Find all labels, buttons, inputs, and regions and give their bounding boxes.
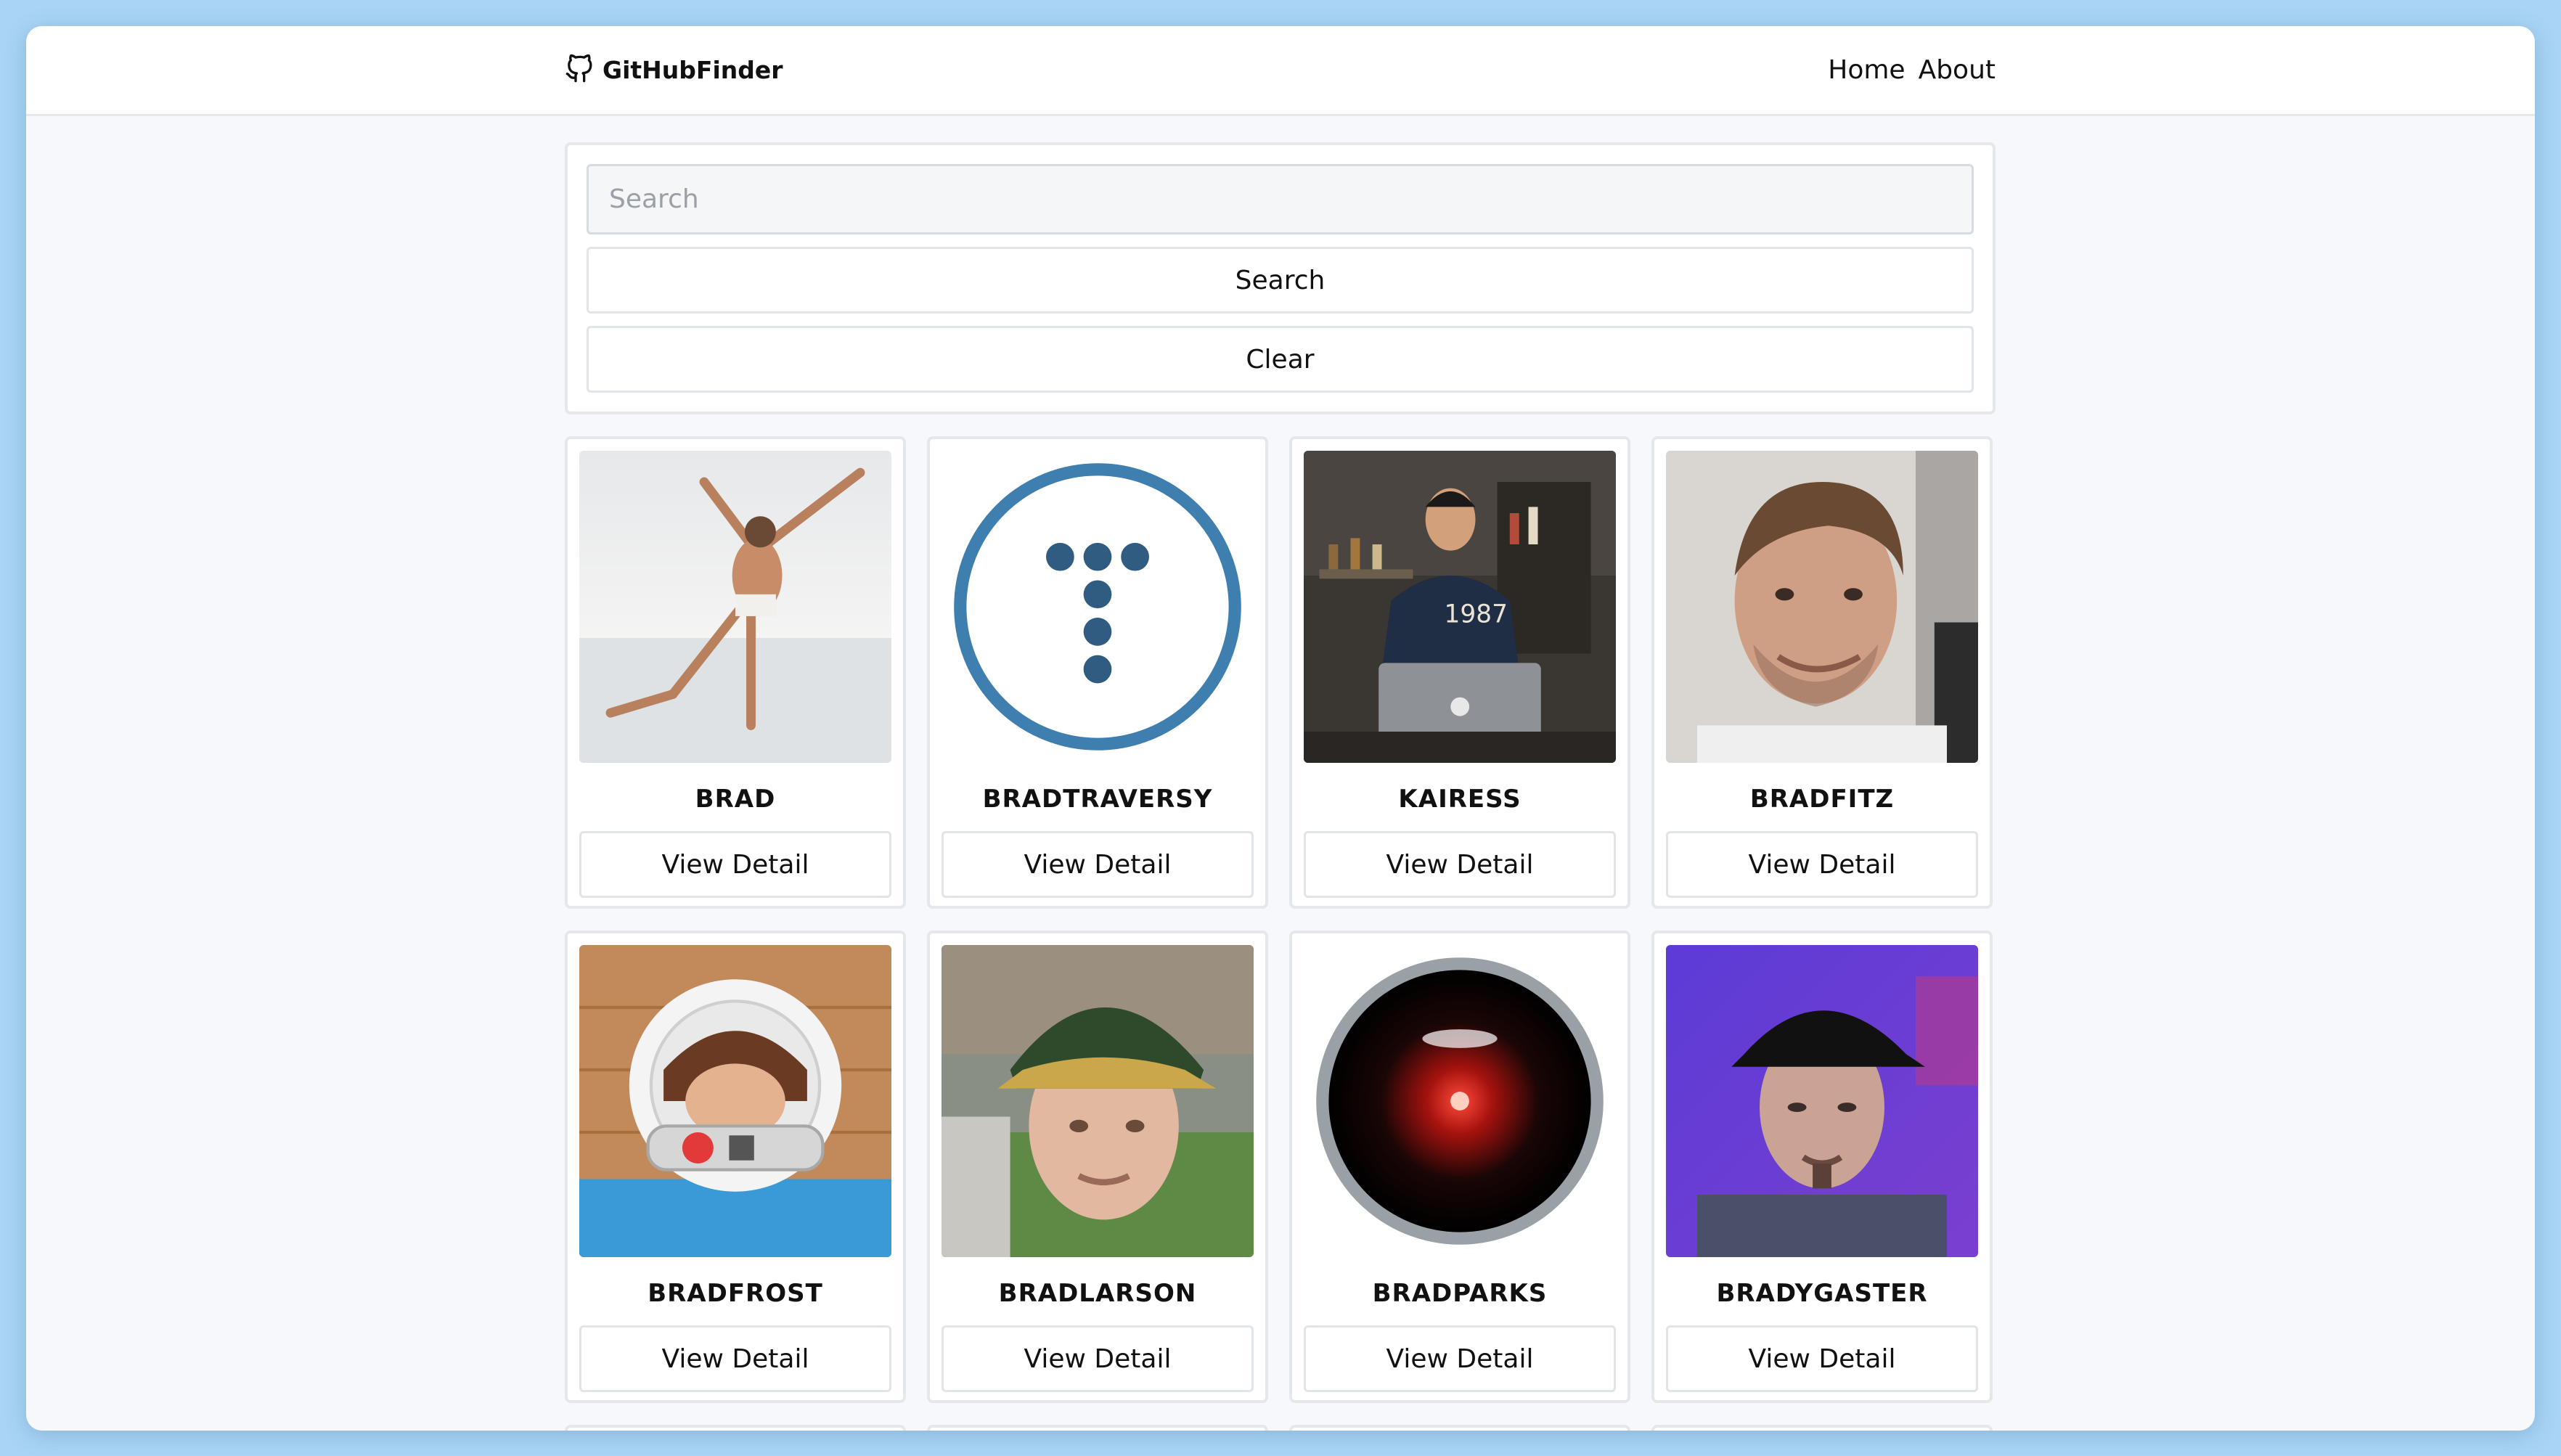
view-detail-button[interactable]: View Detail (942, 831, 1254, 898)
navbar: GitHubFinder Home About (26, 26, 2535, 116)
user-card (565, 1425, 906, 1431)
username: BRADFROST (648, 1279, 823, 1308)
view-detail-button[interactable]: View Detail (579, 831, 891, 898)
navbar-inner: GitHubFinder Home About (565, 53, 1996, 88)
next-row-peek (565, 1425, 1996, 1431)
view-detail-button[interactable]: View Detail (579, 1325, 891, 1392)
svg-text:1987: 1987 (1445, 600, 1508, 629)
main-content: Search Clear (565, 142, 1996, 1431)
brand[interactable]: GitHubFinder (565, 53, 783, 88)
user-avatar (579, 945, 891, 1257)
user-card: BRADYGASTER View Detail (1651, 931, 1993, 1403)
user-card (1651, 1425, 1993, 1431)
view-detail-button[interactable]: View Detail (942, 1325, 1254, 1392)
user-card: BRADPARKS View Detail (1289, 931, 1630, 1403)
nav-home-link[interactable]: Home (1828, 55, 1905, 85)
user-avatar (579, 451, 891, 763)
user-avatar (942, 451, 1254, 763)
user-card: BRADLARSON View Detail (927, 931, 1268, 1403)
user-avatar (942, 945, 1254, 1257)
app-window: GitHubFinder Home About Search Clear (26, 26, 2535, 1431)
search-panel: Search Clear (565, 142, 1996, 414)
user-card: BRADFROST View Detail (565, 931, 906, 1403)
user-card (1289, 1425, 1630, 1431)
user-grid: BRAD View Detail BRADTRAVERSY View Detai… (565, 436, 1996, 1403)
nav-about-link[interactable]: About (1919, 55, 1996, 85)
search-button[interactable]: Search (587, 247, 1974, 314)
search-input[interactable] (587, 164, 1974, 234)
clear-button[interactable]: Clear (587, 326, 1974, 393)
view-detail-button[interactable]: View Detail (1304, 1325, 1616, 1392)
user-avatar (1304, 945, 1616, 1257)
brand-name: GitHubFinder (603, 56, 783, 84)
user-card: 1987 KAIRESS View Detail (1289, 436, 1630, 909)
username: BRADPARKS (1372, 1279, 1548, 1308)
github-icon (565, 53, 594, 88)
user-avatar (1666, 945, 1978, 1257)
username: BRADTRAVERSY (982, 785, 1213, 814)
view-detail-button[interactable]: View Detail (1666, 1325, 1978, 1392)
user-card: BRADFITZ View Detail (1651, 436, 1993, 909)
user-card: BRADTRAVERSY View Detail (927, 436, 1268, 909)
nav-links: Home About (1828, 55, 1996, 85)
username: BRADLARSON (998, 1279, 1197, 1308)
username: BRADFITZ (1749, 785, 1895, 814)
user-avatar (1666, 451, 1978, 763)
username: KAIRESS (1398, 785, 1522, 814)
view-detail-button[interactable]: View Detail (1304, 831, 1616, 898)
user-card: BRAD View Detail (565, 436, 906, 909)
view-detail-button[interactable]: View Detail (1666, 831, 1978, 898)
username: BRADYGASTER (1716, 1279, 1928, 1308)
user-card (927, 1425, 1268, 1431)
user-avatar: 1987 (1304, 451, 1616, 763)
username: BRAD (695, 785, 776, 814)
